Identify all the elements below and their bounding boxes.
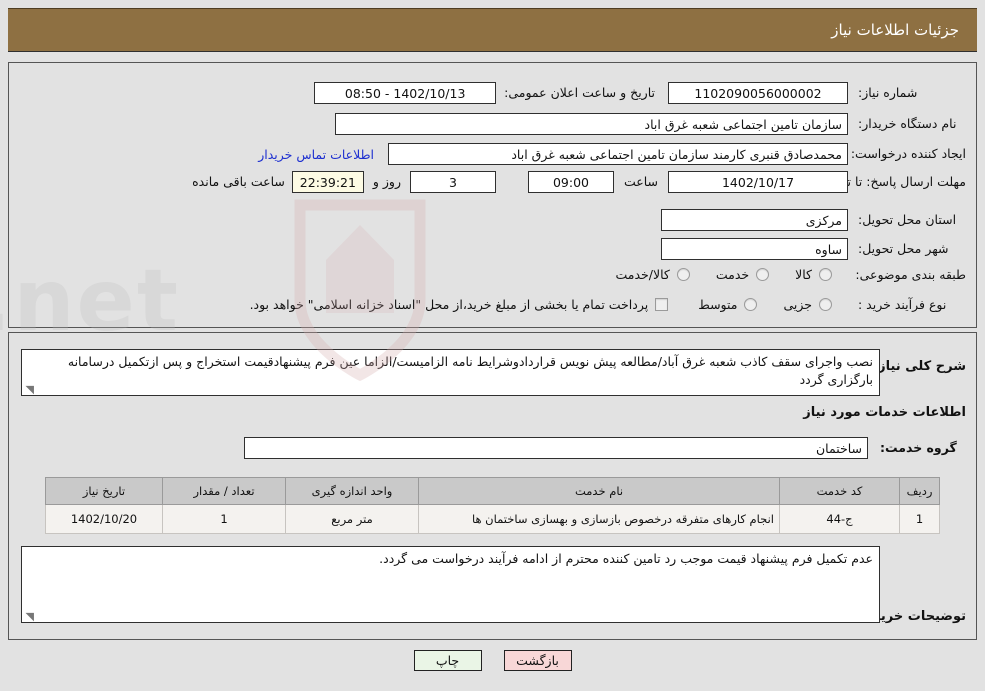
cell-service-code: ج-44 xyxy=(779,504,900,534)
cell-quantity: 1 xyxy=(162,504,286,534)
services-section-heading: اطلاعات خدمات مورد نیاز xyxy=(803,405,966,420)
purchase-process-option-jozee-label: جزیی xyxy=(783,297,812,313)
deadline-field: مهلت ارسال پاسخ: تا تاریخ: 1402/10/17 سا… xyxy=(192,171,966,193)
table-col-unit: واحد اندازه گیری xyxy=(285,477,419,505)
need-number-input[interactable]: 1102090056000002 xyxy=(668,82,848,104)
cell-row-no: 1 xyxy=(899,504,940,534)
table-col-quantity: تعداد / مقدار xyxy=(162,477,286,505)
public-announce-label: تاریخ و ساعت اعلان عمومی: xyxy=(504,85,655,101)
treasury-bond-note: پرداخت تمام یا بخشی از مبلغ خرید،از محل … xyxy=(249,297,649,313)
purchase-process-field: نوع فرآیند خرید : جزیی متوسط پرداخت تمام… xyxy=(250,297,966,313)
classification-field: طبقه بندی موضوعی: کالا خدمت کالا/خدمت xyxy=(615,267,966,283)
deadline-label: مهلت ارسال پاسخ: تا تاریخ: xyxy=(821,174,966,189)
province-label: استان محل تحویل: xyxy=(858,212,957,228)
classification-label: طبقه بندی موضوعی: xyxy=(855,267,966,282)
buyer-org-label: نام دستگاه خریدار: xyxy=(858,116,957,132)
radio-icon[interactable] xyxy=(744,298,758,312)
purchase-process-option-motevaset-label: متوسط xyxy=(698,297,738,313)
radio-icon[interactable] xyxy=(819,268,832,282)
classification-option-kala[interactable]: کالا xyxy=(795,267,832,282)
general-description-label: شرح کلی نیاز: xyxy=(872,359,966,374)
page-root: جزئیات اطلاعات نیاز شماره نیاز: 11020900… xyxy=(0,0,985,691)
checkbox-icon[interactable] xyxy=(655,298,669,312)
deadline-hour-input[interactable]: 09:00 xyxy=(527,171,614,193)
creator-field: ایجاد کننده درخواست: محمدصادق قنبری کارم… xyxy=(258,143,966,165)
creator-input[interactable]: محمدصادق قنبری کارمند سازمان تامین اجتما… xyxy=(388,143,848,165)
classification-option-kala-khedmat[interactable]: کالا/خدمت xyxy=(615,267,690,283)
purchase-process-label: نوع فرآیند خرید : xyxy=(858,297,947,312)
footer-actions: بازگشت چاپ xyxy=(0,650,985,671)
print-button[interactable]: چاپ xyxy=(413,650,482,671)
need-number-field: شماره نیاز: 1102090056000002 xyxy=(668,82,966,104)
need-number-label: شماره نیاز: xyxy=(858,85,918,101)
treasury-bond-option[interactable]: پرداخت تمام یا بخشی از مبلغ خرید،از محل … xyxy=(250,297,669,312)
service-group-label: گروه خدمت: xyxy=(880,440,957,456)
remaining-time-label: ساعت باقی مانده xyxy=(192,174,285,189)
purchase-process-option-jozee[interactable]: جزیی xyxy=(783,297,832,312)
public-announce-input[interactable]: 1402/10/13 - 08:50 xyxy=(314,82,497,104)
buyer-org-field: نام دستگاه خریدار: سازمان تامین اجتماعی … xyxy=(335,113,966,135)
radio-icon[interactable] xyxy=(756,268,770,282)
service-group-input[interactable]: ساختمان xyxy=(244,437,868,459)
page-header: جزئیات اطلاعات نیاز xyxy=(8,8,977,52)
table-row[interactable]: 1 ج-44 انجام کارهای متفرقه درخصوص بازساز… xyxy=(45,504,940,534)
service-group-field: گروه خدمت: ساختمان xyxy=(244,437,966,459)
table-col-service-name: نام خدمت xyxy=(418,477,780,505)
general-description-textarea[interactable]: نصب واجرای سقف کاذب شعبه غرق آباد/مطالعه… xyxy=(21,349,880,396)
city-field: شهر محل تحویل: ساوه xyxy=(661,238,966,260)
province-field: استان محل تحویل: مرکزی xyxy=(661,209,966,231)
province-input[interactable]: مرکزی xyxy=(661,209,848,231)
purchase-process-option-motevaset[interactable]: متوسط xyxy=(698,297,758,313)
cell-unit: متر مربع xyxy=(285,504,419,534)
cell-service-name: انجام کارهای متفرقه درخصوص بازسازی و بهس… xyxy=(418,504,780,534)
remaining-time-countdown: 22:39:21 xyxy=(291,171,364,193)
need-info-panel: شماره نیاز: 1102090056000002 تاریخ و ساع… xyxy=(8,62,977,328)
table-col-need-date: تاریخ نیاز xyxy=(45,477,163,505)
buyer-comments-textarea[interactable]: عدم تکمیل فرم پیشنهاد قیمت موجب رد تامین… xyxy=(21,546,880,623)
table-col-row-no: ردیف xyxy=(899,477,940,505)
remaining-days-label: روز و xyxy=(372,174,401,189)
city-label: شهر محل تحویل: xyxy=(858,241,949,257)
creator-label: ایجاد کننده درخواست: xyxy=(850,146,966,162)
city-input[interactable]: ساوه xyxy=(661,238,848,260)
radio-icon[interactable] xyxy=(676,268,690,282)
classification-option-kala-label: کالا xyxy=(795,267,812,283)
cell-need-date: 1402/10/20 xyxy=(45,504,163,534)
classification-option-khedmat[interactable]: خدمت xyxy=(715,267,770,283)
buyer-contact-link[interactable]: اطلاعات تماس خریدار xyxy=(258,147,374,162)
buyer-org-input[interactable]: سازمان تامین اجتماعی شعبه غرق اباد xyxy=(335,113,848,135)
remaining-days-input[interactable]: 3 xyxy=(409,171,496,193)
deadline-hour-label: ساعت xyxy=(623,174,658,189)
table-header-row: ردیف کد خدمت نام خدمت واحد اندازه گیری ت… xyxy=(45,477,940,505)
deadline-date-input[interactable]: 1402/10/17 xyxy=(668,171,848,193)
table-col-service-code: کد خدمت xyxy=(779,477,900,505)
radio-icon[interactable] xyxy=(819,298,832,312)
public-announce-field: تاریخ و ساعت اعلان عمومی: 1402/10/13 - 0… xyxy=(314,82,655,104)
classification-option-kala-khedmat-label: کالا/خدمت xyxy=(615,267,670,283)
page-title: جزئیات اطلاعات نیاز xyxy=(831,21,959,39)
back-button[interactable]: بازگشت xyxy=(503,650,572,671)
classification-option-khedmat-label: خدمت xyxy=(715,267,750,283)
services-table: ردیف کد خدمت نام خدمت واحد اندازه گیری ت… xyxy=(45,477,940,534)
